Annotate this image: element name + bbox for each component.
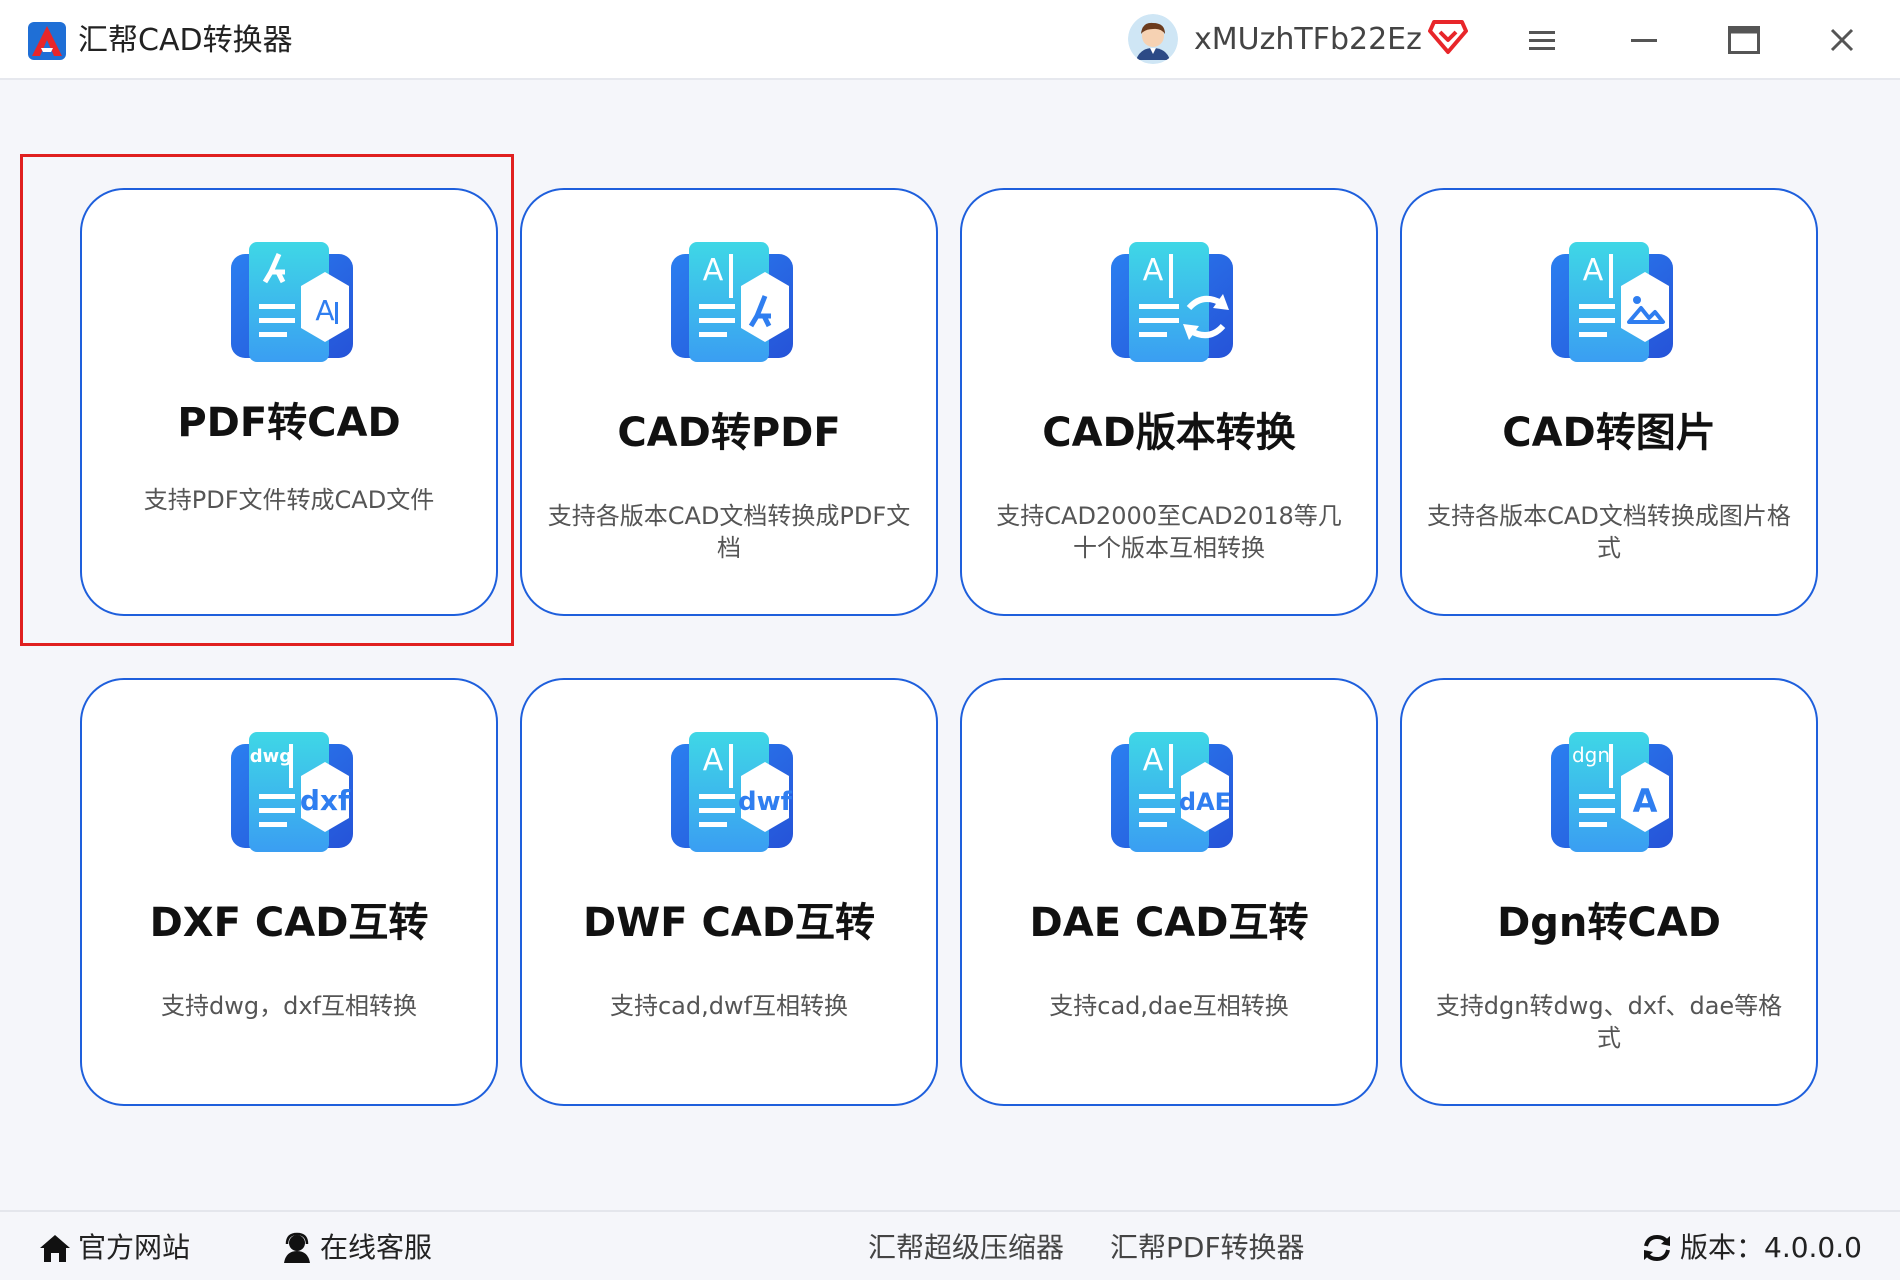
svg-text:A: A xyxy=(703,743,724,778)
close-icon[interactable] xyxy=(1820,18,1864,62)
card-dxf-cad[interactable]: dwg dxf DXF CAD互转 支持dwg，dxf互相转换 xyxy=(80,678,498,1106)
card-description: 支持各版本CAD文档转换成PDF文档 xyxy=(547,502,911,562)
svg-text:A: A xyxy=(315,294,334,327)
online-service-label: 在线客服 xyxy=(320,1231,433,1264)
svg-text:A: A xyxy=(703,253,724,288)
svg-text:dAE: dAE xyxy=(1179,788,1231,816)
svg-text:dwg: dwg xyxy=(250,746,292,767)
card-dgn-to-cad[interactable]: dgn A Dgn转CAD 支持dgn转dwg、dxf、dae等格式 xyxy=(1400,678,1818,1106)
card-title: PDF转CAD xyxy=(177,400,401,446)
app-logo-icon xyxy=(28,22,66,60)
card-title: DWF CAD互转 xyxy=(582,900,876,946)
card-description: 支持cad,dae互相转换 xyxy=(1049,992,1289,1020)
card-description: 支持dgn转dwg、dxf、dae等格式 xyxy=(1435,992,1783,1052)
card-description: 支持dwg，dxf互相转换 xyxy=(161,992,417,1020)
official-site-link[interactable]: 官方网站 xyxy=(38,1230,190,1266)
card-cad-version[interactable]: A CAD版本转换 支持CAD2000至CAD2018等几十个版本互相转换 xyxy=(960,188,1378,616)
svg-text:A: A xyxy=(1633,782,1658,820)
username-label[interactable]: xMUzhTFb22Ez xyxy=(1194,20,1422,60)
svg-text:dxf: dxf xyxy=(300,784,351,817)
headset-user-icon xyxy=(284,1232,310,1263)
card-cad-to-image[interactable]: A CAD转图片 支持各版本CAD文档转换成图片格式 xyxy=(1400,188,1818,616)
card-title: DXF CAD互转 xyxy=(149,900,429,946)
vip-diamond-icon[interactable] xyxy=(1428,18,1468,56)
card-cad-to-pdf[interactable]: A CAD转PDF 支持各版本CAD文档转换成PDF文档 xyxy=(520,188,938,616)
pdf-to-cad-icon: A xyxy=(231,242,353,362)
hamburger-menu-icon[interactable] xyxy=(1520,18,1564,62)
cad-to-image-icon: A xyxy=(1551,242,1673,362)
app-title: 汇帮CAD转换器 xyxy=(78,23,293,58)
online-service-link[interactable]: 在线客服 xyxy=(280,1230,432,1266)
card-dwf-cad[interactable]: A dwf DWF CAD互转 支持cad,dwf互相转换 xyxy=(520,678,938,1106)
card-description: 支持CAD2000至CAD2018等几十个版本互相转换 xyxy=(996,502,1342,562)
cad-version-convert-icon: A xyxy=(1111,242,1233,362)
svg-text:A: A xyxy=(1143,743,1164,778)
minimize-icon[interactable] xyxy=(1622,18,1666,62)
card-title: CAD转PDF xyxy=(617,410,841,456)
card-pdf-to-cad[interactable]: A PDF转CAD 支持PDF文件转成CAD文件 xyxy=(80,188,498,616)
card-description: 支持cad,dwf互相转换 xyxy=(609,992,849,1020)
svg-text:dgn: dgn xyxy=(1572,743,1610,767)
dwf-cad-icon: A dwf xyxy=(671,732,793,852)
card-dae-cad[interactable]: A dAE DAE CAD互转 支持cad,dae互相转换 xyxy=(960,678,1378,1106)
user-avatar-icon[interactable] xyxy=(1128,14,1178,64)
card-description: 支持各版本CAD文档转换成图片格式 xyxy=(1427,502,1791,562)
svg-text:A: A xyxy=(1143,253,1164,288)
svg-text:A: A xyxy=(1583,253,1604,288)
card-description: 支持PDF文件转成CAD文件 xyxy=(143,486,435,514)
card-title: CAD转图片 xyxy=(1502,410,1716,456)
card-title: DAE CAD互转 xyxy=(1029,900,1309,946)
official-site-label: 官方网站 xyxy=(78,1231,191,1264)
refresh-icon xyxy=(1644,1234,1670,1262)
dgn-to-cad-icon: dgn A xyxy=(1551,732,1673,852)
footer-bar: 官方网站 在线客服 汇帮超级压缩器 汇帮PDF转换器 版本：4.0.0.0 xyxy=(0,1210,1900,1280)
svg-text:dwf: dwf xyxy=(738,787,793,817)
card-title: CAD版本转换 xyxy=(1042,410,1296,456)
dae-cad-icon: A dAE xyxy=(1111,732,1233,852)
version-info[interactable]: 版本：4.0.0.0 xyxy=(1640,1230,1862,1266)
version-label: 版本：4.0.0.0 xyxy=(1680,1231,1862,1264)
home-icon xyxy=(40,1235,70,1262)
maximize-icon[interactable] xyxy=(1722,18,1766,62)
cad-to-pdf-icon: A xyxy=(671,242,793,362)
compressor-link[interactable]: 汇帮超级压缩器 xyxy=(868,1230,1064,1266)
dxf-cad-icon: dwg dxf xyxy=(231,732,353,852)
title-bar: 汇帮CAD转换器 xMUzhTFb22Ez xyxy=(0,0,1900,80)
pdf-converter-link[interactable]: 汇帮PDF转换器 xyxy=(1110,1230,1305,1266)
card-title: Dgn转CAD xyxy=(1497,900,1721,946)
